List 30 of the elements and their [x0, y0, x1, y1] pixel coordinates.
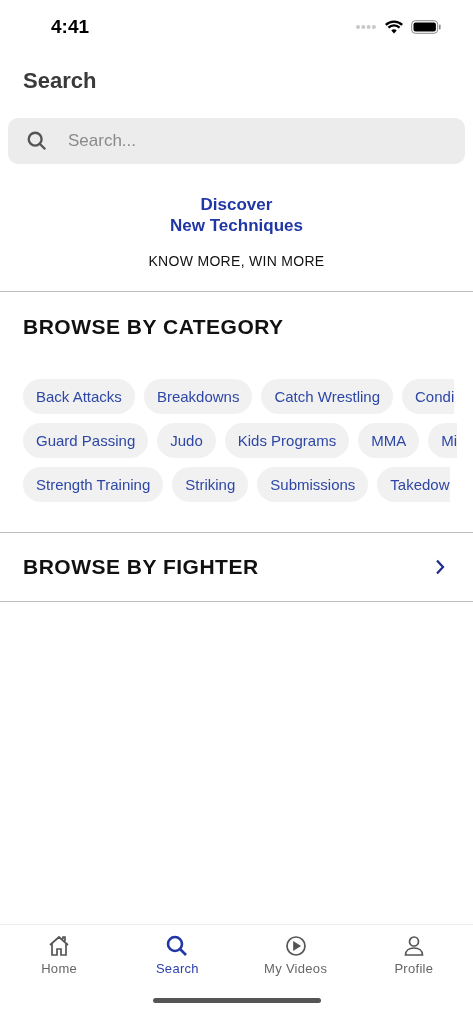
status-time: 4:41: [51, 16, 90, 38]
category-chip[interactable]: Mi: [428, 423, 457, 458]
tab-bar-item[interactable]: Home: [0, 933, 119, 998]
category-chip[interactable]: Strength Training: [23, 467, 164, 502]
category-chip[interactable]: Guard Passing: [23, 423, 149, 458]
search-field[interactable]: Search...: [8, 118, 465, 164]
wifi-icon: [385, 20, 403, 34]
category-chip[interactable]: MMA: [358, 423, 420, 458]
signal-icon: [355, 24, 377, 30]
category-chip[interactable]: Back Attacks: [23, 379, 135, 414]
category-chip[interactable]: Breakdowns: [143, 379, 253, 414]
category-chip[interactable]: Submissions: [257, 467, 369, 502]
play-icon: [283, 934, 308, 958]
promo-tagline: KNOW MORE, WIN MORE: [148, 253, 325, 269]
category-chip[interactable]: Judo: [157, 423, 216, 458]
category-chip[interactable]: Striking: [172, 467, 249, 502]
tab-bar-item[interactable]: My Videos: [236, 933, 355, 998]
battery-icon: [411, 20, 441, 34]
category-chip[interactable]: Catch Wrestling: [261, 379, 393, 414]
tab-bar-item[interactable]: Profile: [354, 933, 473, 998]
chevron-right-icon[interactable]: [435, 559, 445, 575]
category-chip[interactable]: Kids Programs: [224, 423, 350, 458]
promo-title: Discover New Techniques: [170, 194, 303, 236]
section-heading: BROWSE BY CATEGORY: [23, 315, 285, 339]
section-heading: BROWSE BY FIGHTER: [23, 555, 259, 579]
search-icon: [26, 130, 48, 152]
category-chip[interactable]: Takedow: [377, 467, 450, 502]
page-title: Search: [23, 68, 98, 94]
category-chip[interactable]: Condi: [402, 379, 455, 414]
tab-bar-item[interactable]: Search: [118, 933, 237, 998]
